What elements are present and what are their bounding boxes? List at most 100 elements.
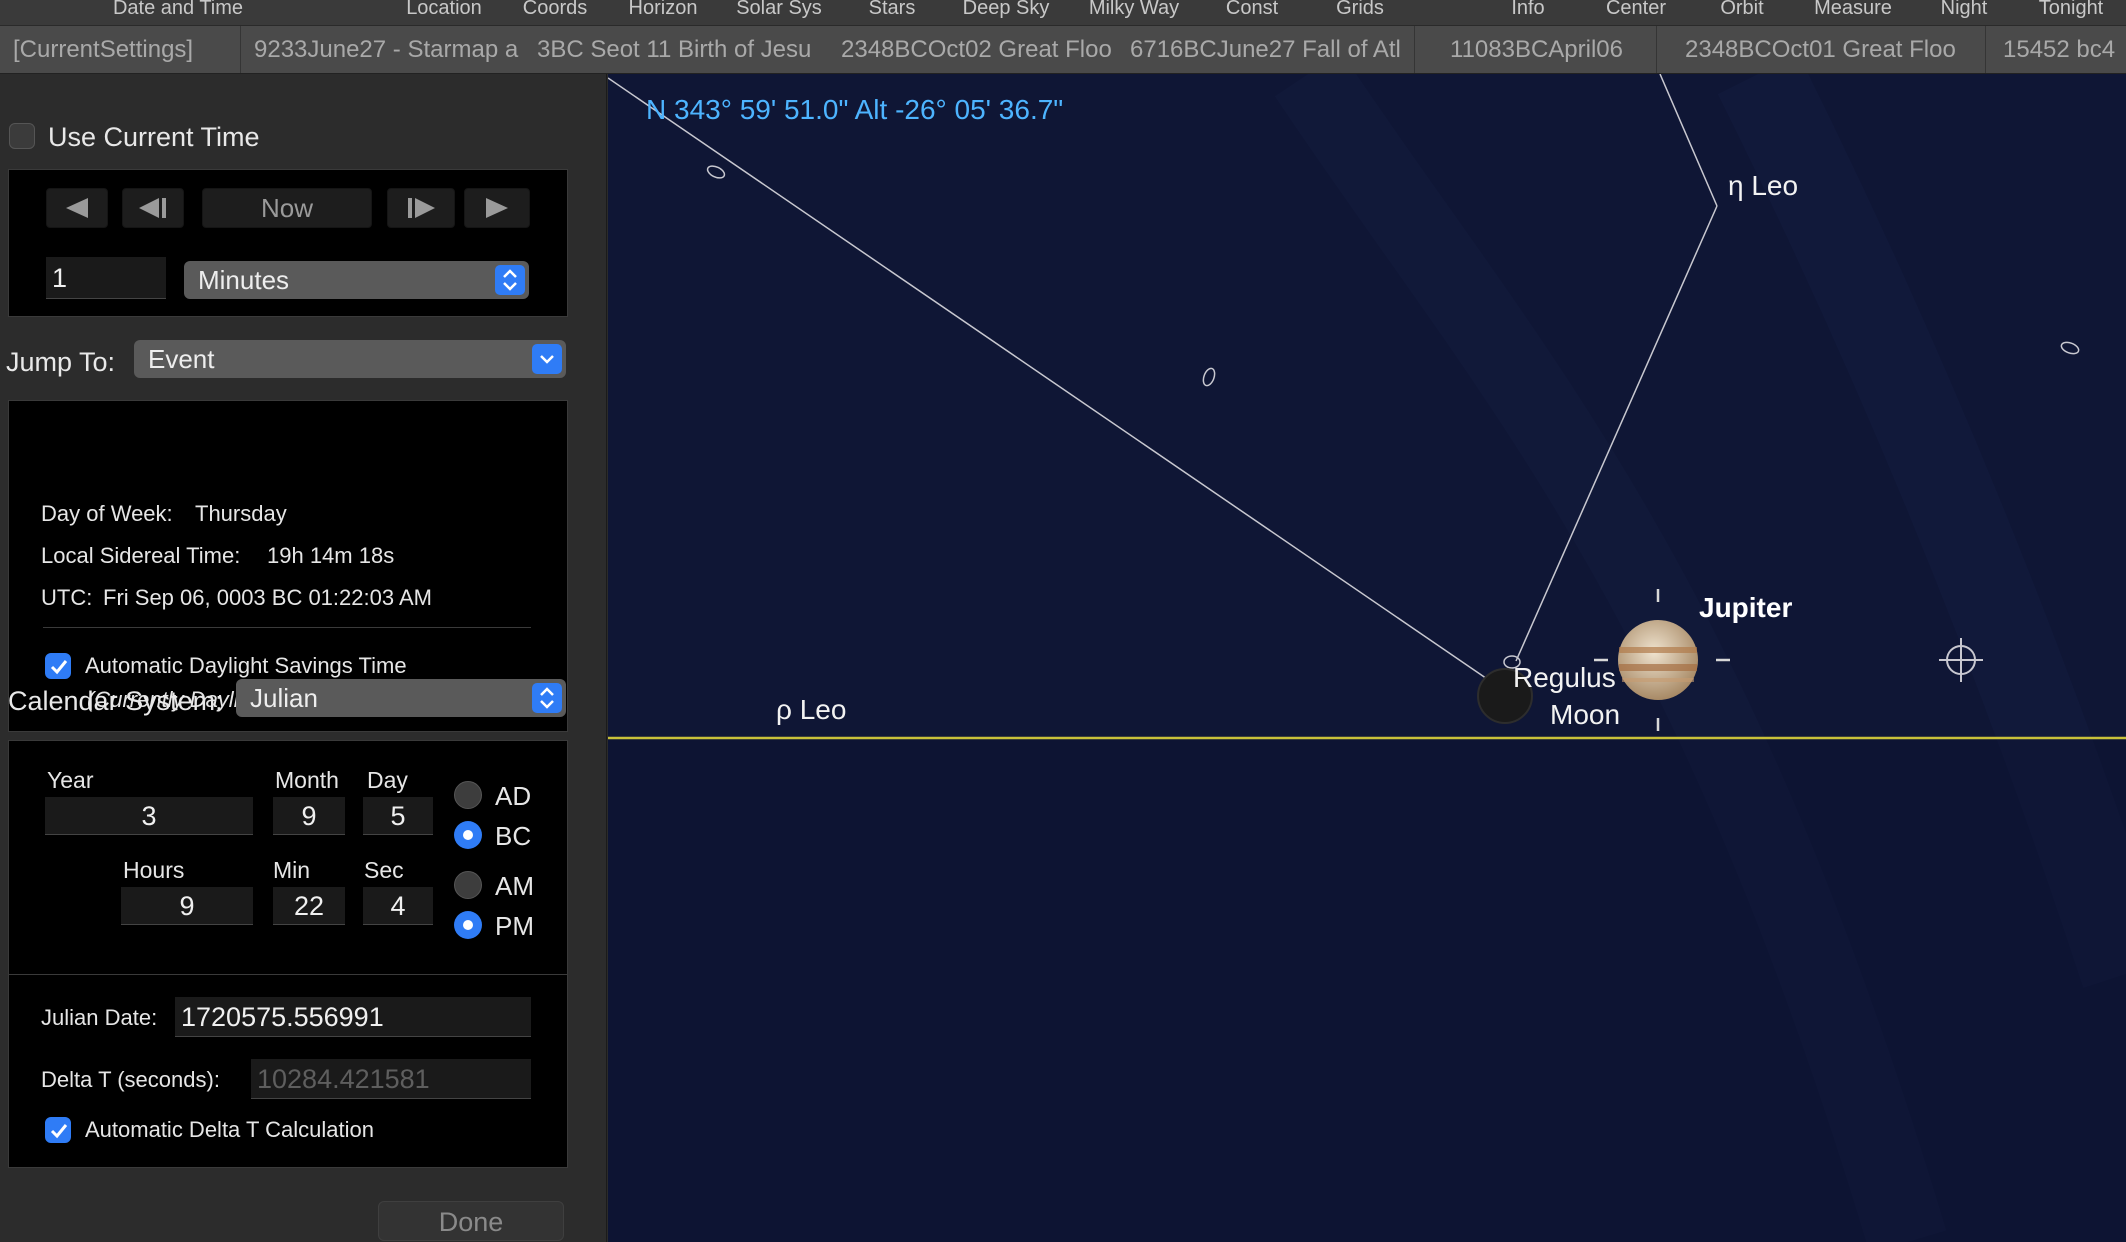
bc-radio[interactable]	[454, 821, 482, 849]
toolbar-milky-way[interactable]: Milky Way	[1089, 0, 1179, 26]
date-time-panel: Use Current Time Now 1 Minutes Jump To: …	[0, 74, 607, 1242]
rho-leo-label: ρ Leo	[776, 694, 847, 725]
toolbar-date-and-time[interactable]: Date and Time	[113, 0, 243, 26]
checkmark-icon	[50, 1124, 68, 1139]
sec-label: Sec	[364, 857, 404, 883]
moon-label: Moon	[1550, 699, 1621, 730]
sky-chart	[608, 74, 2126, 1242]
hours-label: Hours	[123, 857, 185, 883]
ad-label: AD	[495, 781, 532, 811]
bookmark-item[interactable]: 3BC Seot 11 Birth of Jesu	[537, 26, 842, 73]
bookmark-item[interactable]: 6716BCJune27 Fall of Atl	[1130, 26, 1400, 73]
delta-t-label: Delta T (seconds):	[41, 1067, 220, 1092]
ad-radio[interactable]	[454, 781, 482, 809]
toolbar-solar-sys[interactable]: Solar Sys	[736, 0, 822, 26]
updown-arrows-icon	[495, 265, 525, 295]
bookmark-current-settings[interactable]: [CurrentSettings]	[13, 26, 243, 73]
use-current-time-checkbox[interactable]	[9, 123, 35, 149]
triangle-left-icon	[66, 198, 88, 218]
checkmark-icon	[50, 660, 68, 675]
step-forward-button[interactable]	[387, 188, 455, 228]
bookmark-divider	[1414, 26, 1415, 73]
step-unit-select[interactable]: Minutes	[184, 261, 529, 299]
calendar-system-value: Julian	[250, 683, 318, 713]
toolbar: Date and Time Location Coords Horizon So…	[0, 0, 2126, 26]
jump-to-value: Event	[148, 344, 215, 374]
toolbar-measure[interactable]: Measure	[1814, 0, 1892, 26]
julian-date-label: Julian Date:	[41, 1005, 158, 1030]
local-sidereal-time-label: Local Sidereal Time:	[41, 543, 241, 568]
chevron-down-icon	[532, 344, 562, 374]
bookmarks-bar: [CurrentSettings] 9233June27 - Starmap a…	[0, 26, 2126, 74]
year-label: Year	[47, 767, 94, 793]
time-step-box: Now 1 Minutes	[8, 169, 568, 317]
sky-view[interactable]: N 343° 59' 51.0" Alt -26° 05' 36.7" η Le…	[608, 74, 2126, 1242]
toolbar-coords[interactable]: Coords	[523, 0, 587, 26]
cursor-coordinates: N 343° 59' 51.0" Alt -26° 05' 36.7"	[646, 94, 1064, 125]
jump-to-select[interactable]: Event	[134, 340, 566, 378]
galaxy-marker[interactable]	[2060, 340, 2080, 356]
step-back-icon	[139, 198, 166, 218]
step-forward-icon	[408, 198, 435, 218]
auto-delta-t-checkbox[interactable]	[45, 1117, 71, 1143]
toolbar-tonight[interactable]: Tonight	[2039, 0, 2104, 26]
toolbar-center[interactable]: Center	[1606, 0, 1666, 26]
updown-arrows-icon	[532, 683, 562, 713]
step-back-button[interactable]	[122, 188, 184, 228]
utc-label: UTC:	[41, 585, 93, 610]
pm-radio[interactable]	[454, 911, 482, 939]
toolbar-grids[interactable]: Grids	[1336, 0, 1384, 26]
bookmark-item[interactable]: 15452 bc4	[2003, 26, 2126, 73]
bookmark-item[interactable]: 2348BCOct01 Great Floo	[1685, 26, 1970, 73]
toolbar-location[interactable]: Location	[406, 0, 482, 26]
seconds-input[interactable]: 4	[363, 887, 433, 925]
done-button[interactable]: Done	[378, 1201, 564, 1241]
toolbar-deep-sky[interactable]: Deep Sky	[963, 0, 1050, 26]
bc-label: BC	[495, 821, 532, 851]
regulus-label: Regulus	[1513, 662, 1616, 693]
calendar-system-label: Calendar System:	[8, 686, 223, 716]
auto-delta-t-label: Automatic Delta T Calculation	[85, 1117, 374, 1142]
am-radio[interactable]	[454, 871, 482, 899]
toolbar-night[interactable]: Night	[1941, 0, 1988, 26]
bookmark-item[interactable]: 9233June27 - Starmap a	[254, 26, 538, 73]
year-input[interactable]: 3	[45, 797, 253, 835]
bookmark-divider	[1985, 26, 1986, 73]
step-forward-fast-button[interactable]	[464, 188, 530, 228]
minutes-input[interactable]: 22	[273, 887, 345, 925]
utc-value: Fri Sep 06, 0003 BC 01:22:03 AM	[103, 585, 432, 610]
constellation-line	[1659, 74, 1718, 207]
month-input[interactable]: 9	[273, 797, 345, 835]
step-back-fast-button[interactable]	[46, 188, 108, 228]
julian-date-input[interactable]: 1720575.556991	[175, 997, 531, 1037]
min-label: Min	[273, 857, 311, 883]
toolbar-info[interactable]: Info	[1511, 0, 1544, 26]
auto-dst-label: Automatic Daylight Savings Time	[85, 653, 407, 678]
calendar-system-select[interactable]: Julian	[236, 679, 566, 717]
eta-leo-label: η Leo	[1728, 170, 1799, 201]
galaxy-marker[interactable]	[1201, 367, 1217, 387]
pm-label: PM	[495, 911, 534, 941]
local-sidereal-time-value: 19h 14m 18s	[267, 543, 395, 568]
hours-input[interactable]: 9	[121, 887, 253, 925]
toolbar-orbit[interactable]: Orbit	[1720, 0, 1763, 26]
toolbar-horizon[interactable]: Horizon	[629, 0, 698, 26]
day-of-week-value: Thursday	[195, 501, 287, 526]
bookmark-item[interactable]: 11083BCApril06	[1450, 26, 1670, 73]
now-button[interactable]: Now	[202, 188, 372, 228]
step-amount-input[interactable]: 1	[46, 257, 166, 299]
day-input[interactable]: 5	[363, 797, 433, 835]
jupiter-planet[interactable]	[1618, 620, 1698, 700]
toolbar-const[interactable]: Const	[1226, 0, 1278, 26]
toolbar-stars[interactable]: Stars	[869, 0, 916, 26]
jupiter-label: Jupiter	[1699, 592, 1793, 623]
julian-date-box: Julian Date: 1720575.556991 Delta T (sec…	[8, 974, 568, 1168]
bookmark-item[interactable]: 2348BCOct02 Great Floo	[841, 26, 1131, 73]
delta-t-input[interactable]: 10284.421581	[251, 1059, 531, 1099]
bookmark-divider	[1656, 26, 1657, 73]
step-unit-value: Minutes	[198, 265, 290, 295]
jump-to-label: Jump To:	[6, 347, 116, 377]
triangle-right-icon	[486, 198, 508, 218]
galaxy-marker[interactable]	[706, 164, 727, 181]
auto-dst-checkbox[interactable]	[45, 653, 71, 679]
